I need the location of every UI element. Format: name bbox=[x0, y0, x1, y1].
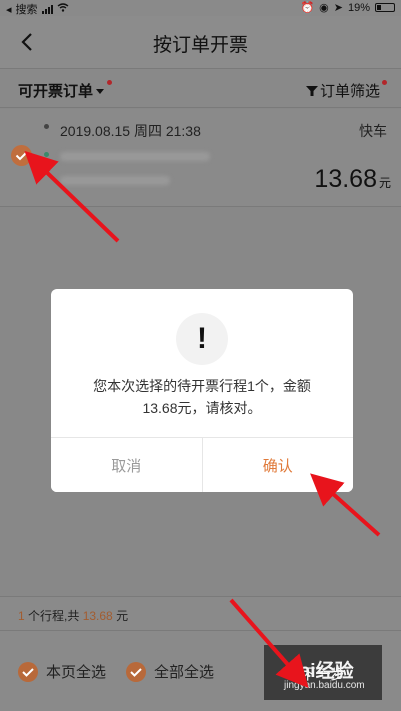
lock-rotation-icon: ◉ bbox=[319, 2, 329, 14]
end-point-dot bbox=[44, 152, 49, 157]
amount-unit: 元 bbox=[378, 176, 391, 190]
order-type: 快车 bbox=[359, 123, 387, 139]
alert-icon: ! bbox=[176, 313, 228, 365]
invoiceable-orders-label: 可开票订单 bbox=[18, 83, 94, 100]
start-point-dot bbox=[44, 124, 49, 129]
cancel-button[interactable]: 取消 bbox=[51, 438, 203, 492]
order-time: 2019.08.15 周四 21:38 bbox=[60, 123, 201, 139]
select-page-checked-icon bbox=[18, 661, 38, 682]
summary-total: 13.68 bbox=[82, 609, 113, 623]
next-step-label: 下一步 bbox=[300, 666, 346, 683]
invoiceable-orders-dropdown[interactable]: 可开票订单 bbox=[18, 80, 113, 101]
confirm-dialog: ! 您本次选择的待开票行程1个，金额 13.68元，请核对。 取消 确认 bbox=[51, 289, 353, 492]
order-filter-label: 订单筛选 bbox=[319, 83, 380, 100]
battery-icon bbox=[375, 3, 395, 12]
dialog-message-line2: 13.68元，请核对。 bbox=[142, 400, 262, 416]
next-step-button[interactable]: 下一步 bbox=[264, 645, 382, 700]
signal-icon bbox=[41, 4, 53, 14]
wifi-icon bbox=[57, 3, 69, 15]
dialog-message-line1: 您本次选择的待开票行程1个，金额 bbox=[93, 378, 311, 394]
order-filter-button[interactable]: 订单筛选 bbox=[305, 80, 387, 101]
battery-percent: 19% bbox=[347, 1, 370, 14]
dialog-actions: 取消 确认 bbox=[51, 437, 353, 492]
status-left: ◂ 搜索 bbox=[6, 1, 69, 17]
alarm-icon: ⏰ bbox=[300, 2, 315, 14]
select-all-option[interactable]: 全部全选 bbox=[126, 661, 214, 682]
carrier-label: 搜索 bbox=[15, 4, 38, 16]
bottom-bar: 本页全选 全部全选 下一步 bbox=[0, 630, 401, 711]
amount-value: 13.68 bbox=[314, 165, 377, 193]
page-title: 按订单开票 bbox=[152, 35, 248, 56]
confirm-button[interactable]: 确认 bbox=[202, 438, 353, 492]
order-card[interactable]: 2019.08.15 周四 21:38 快车 13.68 元 bbox=[0, 109, 401, 207]
select-all-checked-icon bbox=[126, 661, 146, 682]
select-page-label: 本页全选 bbox=[46, 664, 107, 681]
status-right: ⏰ ◉ ➤ 19% bbox=[300, 1, 395, 14]
dialog-message: 您本次选择的待开票行程1个，金额 13.68元，请核对。 bbox=[71, 375, 333, 419]
summary-bar: 1 个行程,共 13.68 元 bbox=[0, 596, 401, 630]
select-page-option[interactable]: 本页全选 bbox=[18, 661, 106, 682]
filter-bar: 可开票订单 订单筛选 bbox=[0, 68, 401, 108]
blurred-start-address bbox=[60, 152, 210, 161]
trip-count: 1 bbox=[18, 609, 25, 623]
blurred-end-address bbox=[60, 176, 170, 185]
location-icon: ➤ bbox=[333, 2, 343, 14]
caret-down-icon bbox=[96, 88, 105, 94]
order-checkbox-checked-icon[interactable] bbox=[11, 145, 32, 166]
select-all-label: 全部全选 bbox=[154, 664, 215, 681]
summary-unit: 元 bbox=[112, 609, 129, 623]
status-bar: ◂ 搜索 ⏰ ◉ ➤ 19% bbox=[0, 0, 401, 16]
notification-dot bbox=[107, 80, 113, 85]
filter-icon bbox=[305, 85, 318, 96]
notification-dot bbox=[382, 80, 387, 85]
nav-bar: 按订单开票 bbox=[0, 16, 401, 68]
summary-text: 个行程,共 bbox=[24, 609, 83, 623]
back-to-search-icon[interactable]: ◂ bbox=[6, 3, 12, 16]
order-amount: 13.68 元 bbox=[314, 165, 391, 194]
